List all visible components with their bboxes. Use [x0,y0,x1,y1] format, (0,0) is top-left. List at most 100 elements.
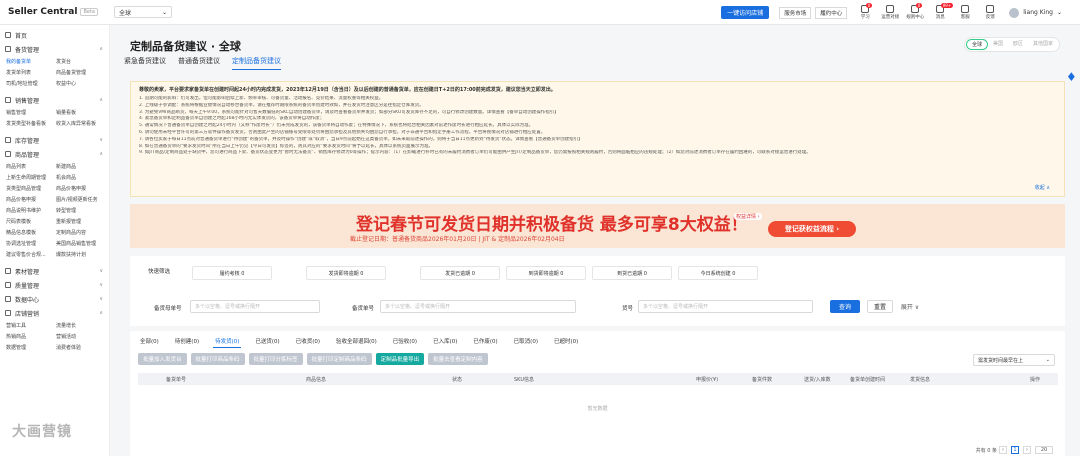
sidebar-item[interactable]: 热销商品 [6,331,56,342]
sidebar-item[interactable]: 建议零售价合规... [6,249,56,260]
filter-chip[interactable]: 今日系统创建 0 [678,266,758,280]
sidebar-item[interactable]: 转型管理 [56,205,106,216]
sidebar-item[interactable]: 图片/视频更新任务 [56,194,106,205]
batch-print-custom-button[interactable]: 批量打印定制商品条码 [306,353,372,365]
sidebar-item[interactable]: 商品价格申报 [6,194,56,205]
collapse-link[interactable]: 收起 ∧ [1035,184,1050,191]
next-page-icon[interactable]: › [1023,446,1031,454]
sidebar-item[interactable]: 爆款扶持计划 [56,249,106,260]
prev-page-icon[interactable]: ‹ [999,446,1007,454]
learn-button[interactable]: 0 学习 [854,3,876,20]
sidebar-item[interactable]: 权益中心 [56,78,106,89]
sidebar-item[interactable]: 消费者体验 [56,342,106,353]
order-input[interactable]: 多个以空格、逗号或换行隔开 [380,300,576,313]
filter-chip[interactable]: 发货已逾期 0 [420,266,500,280]
sidebar-item[interactable]: 美国商品销售管理 [56,238,106,249]
sidebar-section-home[interactable]: 首页 [0,28,109,42]
region-option[interactable]: 全球 [965,39,988,50]
sidebar-item[interactable]: 销量看板 [56,107,106,118]
sidebar-item[interactable]: 数据管理 [6,342,56,353]
status-tab[interactable]: 验收全部退回(0) [334,335,379,348]
rules-button[interactable]: 0 规则中心 [904,3,926,20]
batch-export-button[interactable]: 定制品批量导出 [375,353,425,365]
sidebar-item[interactable]: 我的备货单 [6,56,56,67]
batch-print-label-button[interactable]: 批量打印分拣标签 [248,353,303,365]
sidebar-item[interactable]: 商品列表 [6,161,56,172]
sidebar-section-data[interactable]: 数据中心 ∨ [0,292,109,306]
sort-select[interactable]: 需发货时间最早在上 ⌄ [973,354,1055,366]
region-select[interactable]: 全球 ⌄ [113,6,172,18]
status-tab[interactable]: 已超时(0) [552,335,580,348]
fulfillment-center-link[interactable]: 履约中心 [815,6,848,19]
sku-input[interactable]: 多个以空格、逗号或换行隔开 [638,300,813,313]
batch-print-barcode-button[interactable]: 批量打印商品条码 [190,353,245,365]
sidebar-item[interactable]: 收货入库异常看板 [56,118,106,129]
sidebar-section-material[interactable]: 素材管理 ∨ [0,264,109,278]
sidebar-section-sales[interactable]: 销售管理 ∧ [0,93,109,107]
sidebar-item[interactable]: 机会商品 [56,172,106,183]
ops-button[interactable]: 运营对接 [879,5,901,20]
mascot-icon[interactable]: ♦ [1066,70,1078,84]
sidebar-item[interactable]: 协调选址管理 [6,238,56,249]
filter-chip[interactable]: 发货即将逾期 0 [306,266,386,280]
reset-button[interactable]: 重置 [867,300,893,313]
status-tab[interactable]: 已作废(0) [471,335,499,348]
sidebar-section-marketing[interactable]: 店铺营销 ∧ [0,306,109,320]
tab-custom[interactable]: 定制品备货建议 [232,56,281,70]
tab-normal[interactable]: 普通备货建议 [178,56,220,70]
status-tab[interactable]: 已收货(0) [294,335,322,348]
sidebar-item[interactable]: 重新报管理 [56,216,106,227]
region-option[interactable]: 欧区 [1008,39,1028,50]
filter-chip[interactable]: 到货即将逾期 0 [506,266,586,280]
message-button[interactable]: 99+ 消息 [929,3,953,20]
sidebar-item[interactable]: 流量增长 [56,320,106,331]
promo-banner[interactable]: 登记春节可发货日期并积极备货 最多可享8大权益！ 截止登记日期：普通备货商品20… [130,204,1065,248]
sidebar-item[interactable]: 尺码表模板 [6,216,56,227]
status-tab[interactable]: 已取消(0) [512,335,540,348]
sidebar-item[interactable]: 新建商品 [56,161,106,172]
user-menu[interactable]: liang King ⌄ [1009,7,1062,18]
filter-chip[interactable]: 履约考核 0 [192,266,272,280]
sidebar-item[interactable]: 精品信息模板 [6,227,56,238]
status-tab[interactable]: 已验收(0) [391,335,419,348]
benefit-tag[interactable]: 权益详情 › [734,213,762,220]
sidebar-item[interactable]: 发货类型补备看板 [6,118,56,129]
visit-store-button[interactable]: 一键访问店铺 [721,6,770,19]
sidebar-item[interactable]: 发货单列表 [6,67,56,78]
register-button[interactable]: 登记获权益流程 › [768,221,856,237]
status-tab[interactable]: 待发货(0) [213,335,242,348]
region-option[interactable]: 美国 [988,39,1008,50]
service-button[interactable]: 客服 [954,5,976,20]
sidebar-item[interactable]: 定制商品内容 [56,227,106,238]
feedback-button[interactable]: 反馈 [979,5,1001,20]
sidebar-item[interactable]: 货类型商品管理 [6,183,56,194]
sidebar-section-quality[interactable]: 质量管理 ∨ [0,278,109,292]
status-tab[interactable]: 待创建(0) [173,335,201,348]
sidebar-item[interactable]: 发货台 [56,56,106,67]
sidebar-item[interactable]: 营销活动 [56,331,106,342]
region-option[interactable]: 其他国家 [1028,39,1058,50]
sidebar-item[interactable]: 营销工具 [6,320,56,331]
page-number[interactable]: 1 [1011,446,1019,454]
status-tab[interactable]: 已入库(0) [431,335,459,348]
filter-chip[interactable]: 到货已逾期 0 [592,266,672,280]
sidebar-section-inventory[interactable]: 库存管理 ∨ [0,133,109,147]
sidebar-item[interactable]: 司机/地址管理 [6,78,56,89]
sidebar-section-goods[interactable]: 商品管理 ∧ [0,147,109,161]
page-size-select[interactable]: 20 [1035,446,1053,454]
status-tab[interactable]: 全部(0) [138,335,161,348]
tab-urgent[interactable]: 紧急备货建议 [124,56,166,70]
sidebar-item[interactable]: 商品说明书维护 [6,205,56,216]
sidebar-item[interactable]: 商品备货管理 [56,67,106,78]
sidebar-item[interactable]: 销售管理 [6,107,56,118]
search-button[interactable]: 查询 [830,300,860,313]
sidebar-item[interactable]: 商品价格申报 [56,183,106,194]
batch-add-button[interactable]: 批量加入发货台 [138,353,187,365]
batch-view-custom-button[interactable]: 批量去查看定制内容 [428,353,488,365]
sidebar-item[interactable]: 上新生命周期管理 [6,172,56,183]
status-tab[interactable]: 已送货(0) [253,335,281,348]
expand-button[interactable]: 展开 ∨ [898,300,922,313]
parent-order-input[interactable]: 多个以空格、逗号或换行隔开 [190,300,320,313]
sidebar-section-stock[interactable]: 备货管理 ∧ [0,42,109,56]
service-market-link[interactable]: 服务市场 [779,6,812,19]
